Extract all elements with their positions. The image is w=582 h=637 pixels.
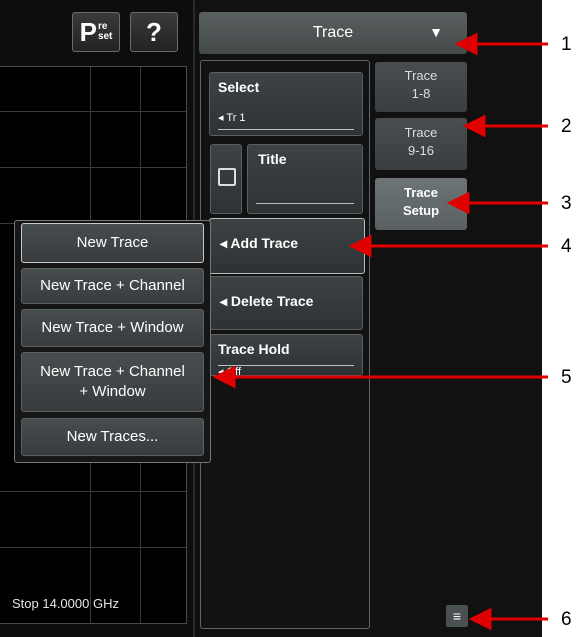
callout-number-1: 1 xyxy=(561,34,572,55)
callout-arrowhead-1 xyxy=(454,32,478,56)
annotation-arrows xyxy=(212,32,548,631)
callout-arrowhead-5 xyxy=(212,365,236,389)
callout-arrowhead-6 xyxy=(468,607,492,631)
callout-arrowhead-3 xyxy=(446,191,470,215)
callout-number-4: 4 xyxy=(561,236,572,257)
callout-arrowhead-2 xyxy=(462,114,486,138)
callout-number-6: 6 xyxy=(561,609,572,630)
callout-number-5: 5 xyxy=(561,367,572,388)
callout-number-2: 2 xyxy=(561,116,572,137)
callout-number-3: 3 xyxy=(561,193,572,214)
callout-arrowhead-4 xyxy=(348,234,372,258)
